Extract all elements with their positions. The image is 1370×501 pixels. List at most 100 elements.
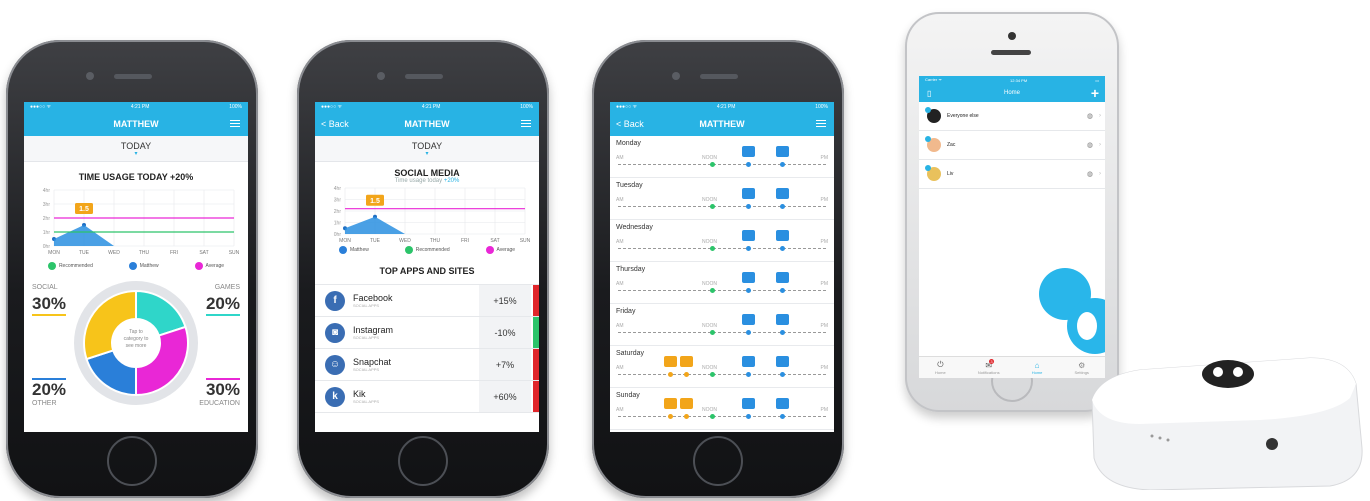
profile-row-everyone-else[interactable]: Everyone else ◍ › <box>919 102 1105 131</box>
app-row-facebook[interactable]: f Facebook SOCIAL APPS +15% <box>315 285 539 317</box>
apps-list: f Facebook SOCIAL APPS +15% ◙ Instagram SO… <box>315 284 539 413</box>
day-row[interactable]: Saturday AM NOON PM <box>610 346 834 388</box>
kik-icon: k <box>325 386 345 407</box>
back-button[interactable]: < Back <box>321 119 349 129</box>
nav-bar: MATTHEW <box>24 112 248 136</box>
home-button[interactable] <box>107 436 157 486</box>
x-tick-label: THU <box>139 250 150 256</box>
time-block-tag[interactable] <box>742 146 755 157</box>
app-row-kik[interactable]: k Kik SOCIAL APPS +60% <box>315 381 539 413</box>
education-label: EDUCATION <box>199 400 240 407</box>
social-heading: SOCIAL MEDIA <box>394 168 460 178</box>
weekend-block-tag[interactable] <box>680 356 693 367</box>
profile-row-zac[interactable]: Zac ◍ › <box>919 131 1105 160</box>
tab-home[interactable]: ⌂ Home <box>1032 361 1043 375</box>
time-block-tag[interactable] <box>776 272 789 283</box>
time-block-end <box>780 162 785 167</box>
time-block-end <box>780 246 785 251</box>
girl-avatar-icon <box>925 165 941 181</box>
x-tick-label: MON <box>339 238 351 244</box>
device-icon[interactable]: ▯ <box>927 89 931 98</box>
day-name: Friday <box>616 308 636 315</box>
legend-matthew: Matthew <box>338 246 369 254</box>
am-label: AM <box>616 197 624 203</box>
speaker-grille <box>700 74 738 79</box>
time-block-tag[interactable] <box>742 230 755 241</box>
camera-icon <box>672 72 680 80</box>
timeline <box>618 206 826 207</box>
koala-logo <box>1202 360 1254 388</box>
period-selector[interactable]: TODAY ▾ <box>315 136 539 162</box>
pm-label: PM <box>820 155 829 161</box>
nav-title: MATTHEW <box>404 119 450 129</box>
nav-bar: < Back MATTHEW <box>315 112 539 136</box>
pm-label: PM <box>820 197 829 203</box>
time-block-tag[interactable] <box>776 188 789 199</box>
time-block-tag[interactable] <box>776 398 789 409</box>
time-block-tag[interactable] <box>742 356 755 367</box>
profile-name: Zac <box>947 142 956 148</box>
am-label: AM <box>616 365 624 371</box>
tab-notifications[interactable]: ✉ 3 Notifications <box>978 358 1000 375</box>
noon-label: NOON <box>702 239 717 245</box>
time-block-tag[interactable] <box>742 188 755 199</box>
time-block-tag[interactable] <box>776 230 789 241</box>
menu-icon[interactable] <box>521 120 531 127</box>
x-tick-label: SUN <box>520 238 531 244</box>
day-row[interactable]: Monday AM NOON PM <box>610 136 834 178</box>
y-tick-label: 3hr <box>334 198 342 204</box>
status-led <box>1166 438 1170 442</box>
carrier-signal: ●●●○○ ᯤ <box>30 104 52 110</box>
day-row[interactable]: Sunday AM NOON PM <box>610 388 834 430</box>
app-category: SOCIAL APPS <box>353 367 380 372</box>
weekend-block-tag[interactable] <box>664 356 677 367</box>
time-block-tag[interactable] <box>776 314 789 325</box>
nav-bar: ▯ Home + <box>919 84 1105 102</box>
menu-icon[interactable] <box>816 120 826 127</box>
globe-icon[interactable]: ◍ <box>1087 141 1093 149</box>
time-block-tag[interactable] <box>742 398 755 409</box>
y-tick-label: 2hr <box>334 209 342 215</box>
donut-center-text: Tap to category to see more <box>123 329 149 349</box>
time-block-start <box>746 246 751 251</box>
status-bar: ●●●○○ ᯤ 4:21 PM 100% <box>24 102 248 112</box>
weekend-block-end <box>684 372 689 377</box>
day-row[interactable]: Friday AM NOON PM <box>610 304 834 346</box>
nav-title: MATTHEW <box>113 119 159 129</box>
add-button[interactable]: + <box>1091 85 1099 101</box>
tab-power[interactable]: ⏻ Home <box>935 360 946 375</box>
globe-icon[interactable]: ◍ <box>1087 112 1093 120</box>
globe-icon[interactable]: ◍ <box>1087 170 1093 178</box>
noon-label: NOON <box>702 281 717 287</box>
x-tick-label: FRI <box>461 238 469 244</box>
status-time: 4:21 PM <box>130 104 150 110</box>
weekend-block-tag[interactable] <box>680 398 693 409</box>
weekend-block-start <box>668 372 673 377</box>
y-tick-label: 4hr <box>334 186 342 192</box>
weekend-block-tag[interactable] <box>664 398 677 409</box>
period-selector[interactable]: TODAY ▾ <box>24 136 248 162</box>
phone-4-screen: Carrier ᯤ 12:34 PM ▭ ▯ Home + Everyone e… <box>919 76 1105 378</box>
education-percent: 30% <box>205 380 240 399</box>
app-change: +7% <box>479 349 531 380</box>
games-percent: 20% <box>205 294 240 313</box>
day-row[interactable]: Thursday AM NOON PM <box>610 262 834 304</box>
time-block-tag[interactable] <box>776 146 789 157</box>
day-row[interactable]: Tuesday AM NOON PM <box>610 178 834 220</box>
app-row-instagram[interactable]: ◙ Instagram SOCIAL APPS -10% <box>315 317 539 349</box>
home-button[interactable] <box>693 436 743 486</box>
time-block-end <box>780 414 785 419</box>
home-button[interactable] <box>398 436 448 486</box>
time-block-tag[interactable] <box>776 356 789 367</box>
time-block-tag[interactable] <box>742 272 755 283</box>
back-button[interactable]: < Back <box>616 119 644 129</box>
am-label: AM <box>616 239 624 245</box>
profile-row-liv[interactable]: Liv ◍ › <box>919 160 1105 189</box>
app-row-snapchat[interactable]: ☺ Snapchat SOCIAL APPS +7% <box>315 349 539 381</box>
y-tick-label: 3hr <box>43 202 51 208</box>
noon-label: NOON <box>702 155 717 161</box>
pm-label: PM <box>820 365 829 371</box>
day-row[interactable]: Wednesday AM NOON PM <box>610 220 834 262</box>
menu-icon[interactable] <box>230 120 240 127</box>
time-block-tag[interactable] <box>742 314 755 325</box>
